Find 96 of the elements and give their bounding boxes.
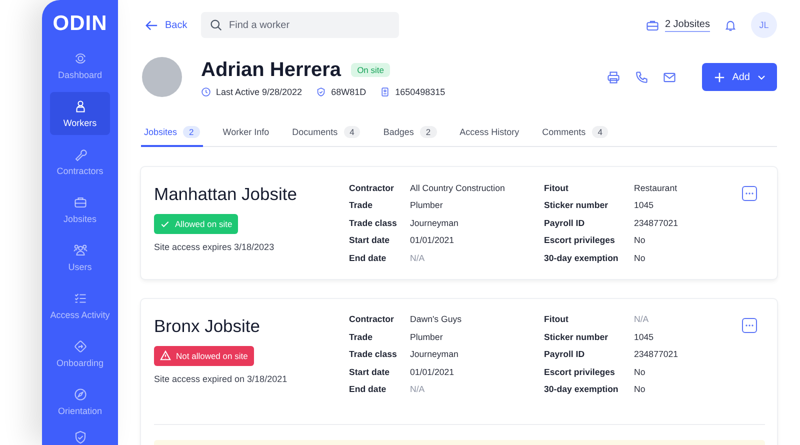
field-label: Contractor — [349, 182, 395, 193]
tab[interactable]: Documents 4 — [289, 119, 364, 147]
tab[interactable]: Worker Info — [220, 119, 272, 147]
sidebar-item[interactable]: Jobsites — [50, 188, 110, 231]
arrow-left-icon — [145, 18, 158, 32]
field-label: Contractor — [349, 314, 395, 324]
access-badge: Not allowed on site — [154, 346, 254, 366]
sidebar-item[interactable]: Users — [50, 236, 110, 279]
sidebar-item[interactable]: Onboarding — [50, 332, 110, 375]
sidebar-item[interactable]: Orientation — [50, 380, 110, 423]
sidebar-item[interactable]: Access Activity — [50, 284, 110, 327]
field-label: End date — [349, 384, 388, 394]
field-value: Restaurant — [634, 182, 678, 193]
field-label: Payroll ID — [544, 218, 586, 228]
sidebar-item[interactable]: Workers — [50, 92, 110, 135]
field-value: 01/01/2021 — [410, 366, 456, 377]
field-value: 234877021 — [634, 349, 680, 360]
phone-icon[interactable] — [635, 70, 648, 84]
field-value: 1045 — [634, 332, 655, 342]
field-label: Start date — [349, 366, 391, 377]
field-value: No — [634, 252, 646, 263]
mail-icon[interactable] — [663, 70, 676, 84]
field-value: N/A — [410, 252, 426, 263]
nav-icon — [72, 291, 88, 306]
field-value: N/A — [634, 314, 650, 324]
tab[interactable]: Badges 2 — [380, 119, 440, 147]
field-label: Sticker number — [544, 200, 610, 210]
nav-icon — [72, 195, 88, 210]
jobsite-name: Bronx Jobsite — [154, 314, 262, 336]
badge-id: 68W81D — [331, 86, 366, 96]
last-active: Last Active 9/28/2022 — [216, 86, 302, 96]
field-value: N/A — [410, 384, 426, 394]
shield-icon — [316, 86, 326, 96]
field-value: Plumber — [410, 200, 444, 210]
status-badge: On site — [351, 62, 390, 76]
worker-name: Adrian Herrera — [201, 58, 342, 82]
ellipsis-icon — [745, 324, 754, 326]
field-label: Start date — [349, 235, 391, 246]
nav-icon — [72, 51, 88, 66]
field-value: No — [634, 384, 646, 394]
field-label: Fitout — [544, 314, 570, 324]
more-options-button[interactable] — [742, 318, 757, 332]
tab[interactable]: Jobsites 2 — [141, 119, 203, 147]
field-value: Plumber — [410, 332, 444, 342]
sidebar-item[interactable]: Contractors — [50, 140, 110, 183]
nav-icon — [72, 339, 88, 354]
access-badge: Allowed on site — [154, 214, 238, 234]
field-label: Trade — [349, 332, 374, 342]
printer-icon[interactable] — [607, 70, 620, 84]
logo: ODIN — [52, 12, 108, 36]
user-avatar[interactable]: JL — [751, 12, 777, 38]
access-expiry: Site access expired on 3/18/2021 — [154, 374, 288, 384]
field-value: 01/01/2021 — [410, 235, 456, 246]
more-options-button[interactable] — [742, 186, 757, 201]
ellipsis-icon — [745, 192, 754, 195]
chevron-down-icon — [757, 72, 766, 82]
field-label: 30-day exemption — [544, 384, 620, 394]
search-icon — [210, 19, 222, 31]
field-label: Sticker number — [544, 332, 610, 342]
sidebar-item[interactable]: Dashboard — [50, 44, 110, 87]
nav-icon — [72, 147, 88, 162]
plus-icon — [714, 72, 726, 82]
tab[interactable]: Access History — [456, 119, 522, 147]
tab[interactable]: Comments 4 — [539, 119, 612, 147]
field-value: 234877021 — [634, 218, 680, 228]
notification-bell-icon[interactable] — [724, 18, 737, 32]
field-value: Journeyman — [410, 349, 460, 360]
field-label: Fitout — [544, 182, 570, 193]
photo-placeholder — [142, 57, 182, 97]
id-card-icon — [380, 86, 390, 96]
field-value: Journeyman — [410, 218, 460, 228]
field-label: Trade class — [349, 349, 398, 360]
add-button[interactable]: Add — [702, 63, 777, 91]
jobsite-name: Manhattan Jobsite — [154, 183, 298, 205]
field-label: 30-day exemption — [544, 252, 620, 263]
field-label: Trade — [349, 200, 374, 210]
field-value: All Country Construction — [410, 182, 506, 193]
nav-icon — [72, 387, 88, 402]
field-label: Escort privileges — [544, 366, 616, 377]
clock-icon — [201, 86, 211, 96]
field-value: Dawn's Guys — [410, 314, 463, 324]
nav-icon — [72, 243, 88, 258]
access-expiry: Site access expires 3/18/2023 — [154, 242, 276, 252]
back-link[interactable]: Back — [141, 18, 201, 32]
card-number: 1650498315 — [395, 86, 446, 96]
field-value: No — [634, 366, 646, 377]
shield-icon[interactable] — [72, 430, 88, 445]
field-label: End date — [349, 252, 388, 263]
jobsites-link[interactable]: 2 Jobsites — [664, 18, 710, 32]
briefcase-icon — [646, 18, 659, 32]
field-label: Trade class — [349, 218, 398, 228]
field-label: Escort privileges — [544, 235, 616, 246]
field-value: 1045 — [634, 200, 655, 210]
field-label: Payroll ID — [544, 349, 586, 360]
field-value: No — [634, 235, 646, 246]
search-field[interactable]: Find a worker — [201, 12, 399, 38]
